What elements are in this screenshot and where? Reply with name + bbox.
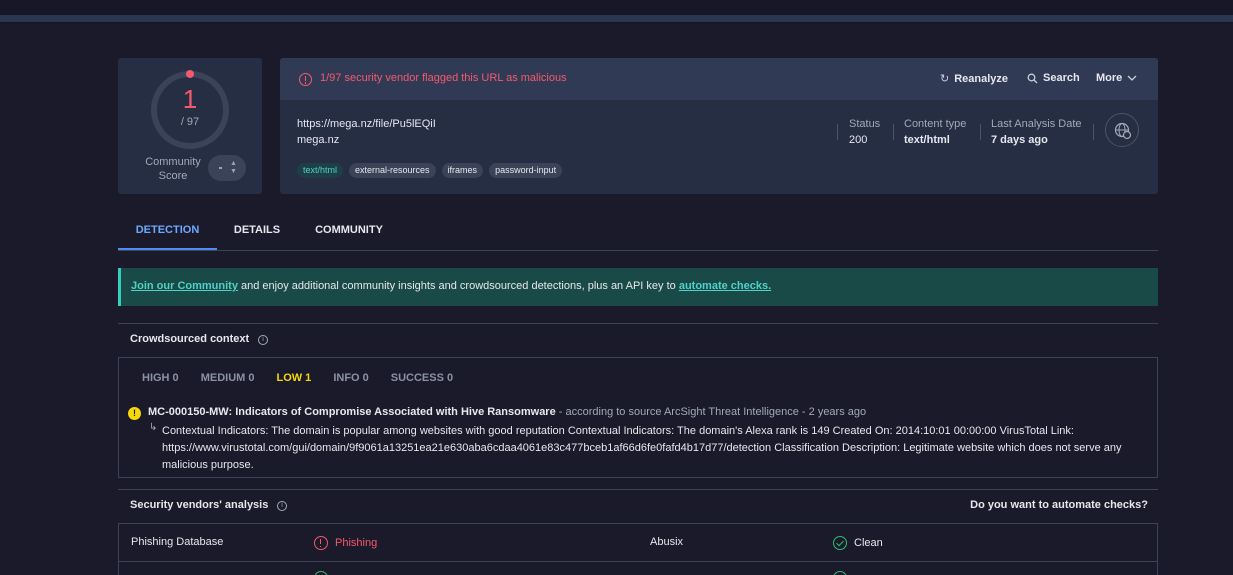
tab-details[interactable]: DETAILS	[225, 218, 289, 250]
alert-description: Contextual Indicators: The domain is pop…	[162, 425, 1122, 471]
reanalyze-label: Reanalyze	[954, 72, 1009, 85]
search-icon	[1027, 73, 1038, 83]
refresh-icon: ↻	[940, 73, 950, 85]
severity-filters: HIGH 0 MEDIUM 0 LOW 1 INFO 0 SUCCESS 0	[142, 372, 453, 384]
community-score-value	[219, 167, 222, 169]
vendor-result: Phishing	[314, 536, 377, 550]
chevron-down-icon	[1127, 75, 1137, 81]
subitem-arrow-icon: ↳	[149, 422, 158, 433]
alert-circle-icon	[299, 73, 312, 86]
crowdsourced-header: Crowdsourced context i	[118, 323, 1158, 352]
automate-checks-link[interactable]: automate checks.	[679, 280, 771, 292]
detection-score-card: 1 / 97 Community Score ▲ ▼	[118, 58, 262, 194]
alert-source: - according to source ArcSight Threat In…	[555, 406, 867, 418]
url-summary-card: 1/97 security vendor flagged this URL as…	[280, 58, 1158, 194]
vendor-verdict: Phishing	[335, 537, 378, 549]
vendor-name: Abusix	[650, 536, 684, 548]
alert-circle-icon	[314, 536, 328, 550]
alert-title: MC-000150-MW: Indicators of Compromise A…	[148, 406, 866, 418]
filter-low[interactable]: LOW 1	[276, 372, 311, 384]
reanalyze-button[interactable]: ↻ Reanalyze	[940, 72, 1009, 86]
community-banner: Join our Community and enjoy additional …	[118, 268, 1158, 306]
search-button[interactable]: Search	[1027, 72, 1080, 84]
last-analysis-label: Last Analysis Date	[991, 118, 1082, 130]
status-value: 200	[849, 134, 868, 146]
community-score-control[interactable]: ▲ ▼	[208, 155, 246, 181]
scanned-domain[interactable]: mega.nz	[297, 134, 339, 146]
info-icon[interactable]: i	[258, 335, 268, 345]
filter-high[interactable]: HIGH 0	[142, 372, 179, 384]
scanned-url[interactable]: https://mega.nz/file/Pu5lEQiI	[297, 118, 436, 130]
detection-total: / 97	[180, 116, 200, 128]
automate-checks-prompt[interactable]: Do you want to automate checks?	[970, 499, 1148, 511]
top-nav-bar	[0, 0, 1233, 24]
divider	[893, 124, 894, 140]
tag-external-resources[interactable]: external-resources	[349, 163, 436, 178]
tag-list: text/html external-resources iframes pas…	[297, 163, 563, 178]
tab-detection[interactable]: DETECTION	[118, 218, 217, 250]
crowdsourced-title: Crowdsourced context	[130, 333, 250, 345]
vendor-result: Clean	[833, 536, 883, 550]
vendors-table: Phishing Database Phishing Abusix Clean	[118, 523, 1158, 575]
banner-text: Join our Community and enjoy additional …	[131, 280, 771, 292]
divider	[1093, 124, 1094, 140]
result-tabs: DETECTION DETAILS COMMUNITY	[118, 218, 1158, 251]
warning-icon: !	[128, 407, 141, 420]
check-circle-icon	[833, 536, 847, 550]
verdict-text: 1/97 security vendor flagged this URL as…	[320, 72, 567, 84]
community-score-label: Community Score	[145, 156, 201, 182]
tab-community[interactable]: COMMUNITY	[303, 218, 395, 250]
globe-link-icon	[1114, 122, 1132, 140]
vendors-header: Security vendors' analysis i Do you want…	[118, 489, 1158, 519]
filter-medium[interactable]: MEDIUM 0	[201, 372, 255, 384]
tag-password-input[interactable]: password-input	[489, 163, 563, 178]
filter-info[interactable]: INFO 0	[333, 372, 368, 384]
crowdsourced-panel: HIGH 0 MEDIUM 0 LOW 1 INFO 0 SUCCESS 0 !…	[118, 357, 1158, 478]
divider	[980, 124, 981, 140]
content-type-label: Content type	[904, 118, 967, 130]
vendor-verdict: Clean	[854, 537, 883, 549]
verdict-header: 1/97 security vendor flagged this URL as…	[280, 58, 1158, 100]
info-icon[interactable]: i	[277, 501, 287, 511]
tag-content-type[interactable]: text/html	[297, 163, 344, 178]
vendor-name: Phishing Database	[131, 536, 224, 548]
url-graph-button[interactable]	[1105, 113, 1139, 147]
content-type-value: text/html	[904, 134, 950, 146]
check-circle-icon	[314, 571, 328, 575]
vendor-result	[314, 571, 328, 575]
search-label: Search	[1043, 72, 1080, 84]
vendors-title: Security vendors' analysis	[130, 499, 269, 511]
divider	[837, 124, 838, 140]
alert-rule-name[interactable]: MC-000150-MW: Indicators of Compromise A…	[148, 406, 556, 418]
chevron-up-down-icon: ▲ ▼	[230, 160, 237, 175]
last-analysis-value: 7 days ago	[991, 134, 1048, 146]
table-row: Phishing Database Phishing Abusix Clean	[119, 524, 1157, 562]
detection-score: 1	[182, 84, 198, 114]
check-circle-icon	[833, 571, 847, 575]
more-menu-button[interactable]: More	[1096, 72, 1137, 84]
status-label: Status	[849, 118, 881, 130]
join-community-link[interactable]: Join our Community	[131, 280, 238, 292]
more-label: More	[1096, 72, 1123, 84]
table-row	[119, 563, 1157, 575]
vendor-result	[833, 571, 847, 575]
tag-iframes[interactable]: iframes	[441, 163, 484, 178]
banner-message: and enjoy additional community insights …	[237, 280, 679, 292]
filter-success[interactable]: SUCCESS 0	[391, 372, 453, 384]
